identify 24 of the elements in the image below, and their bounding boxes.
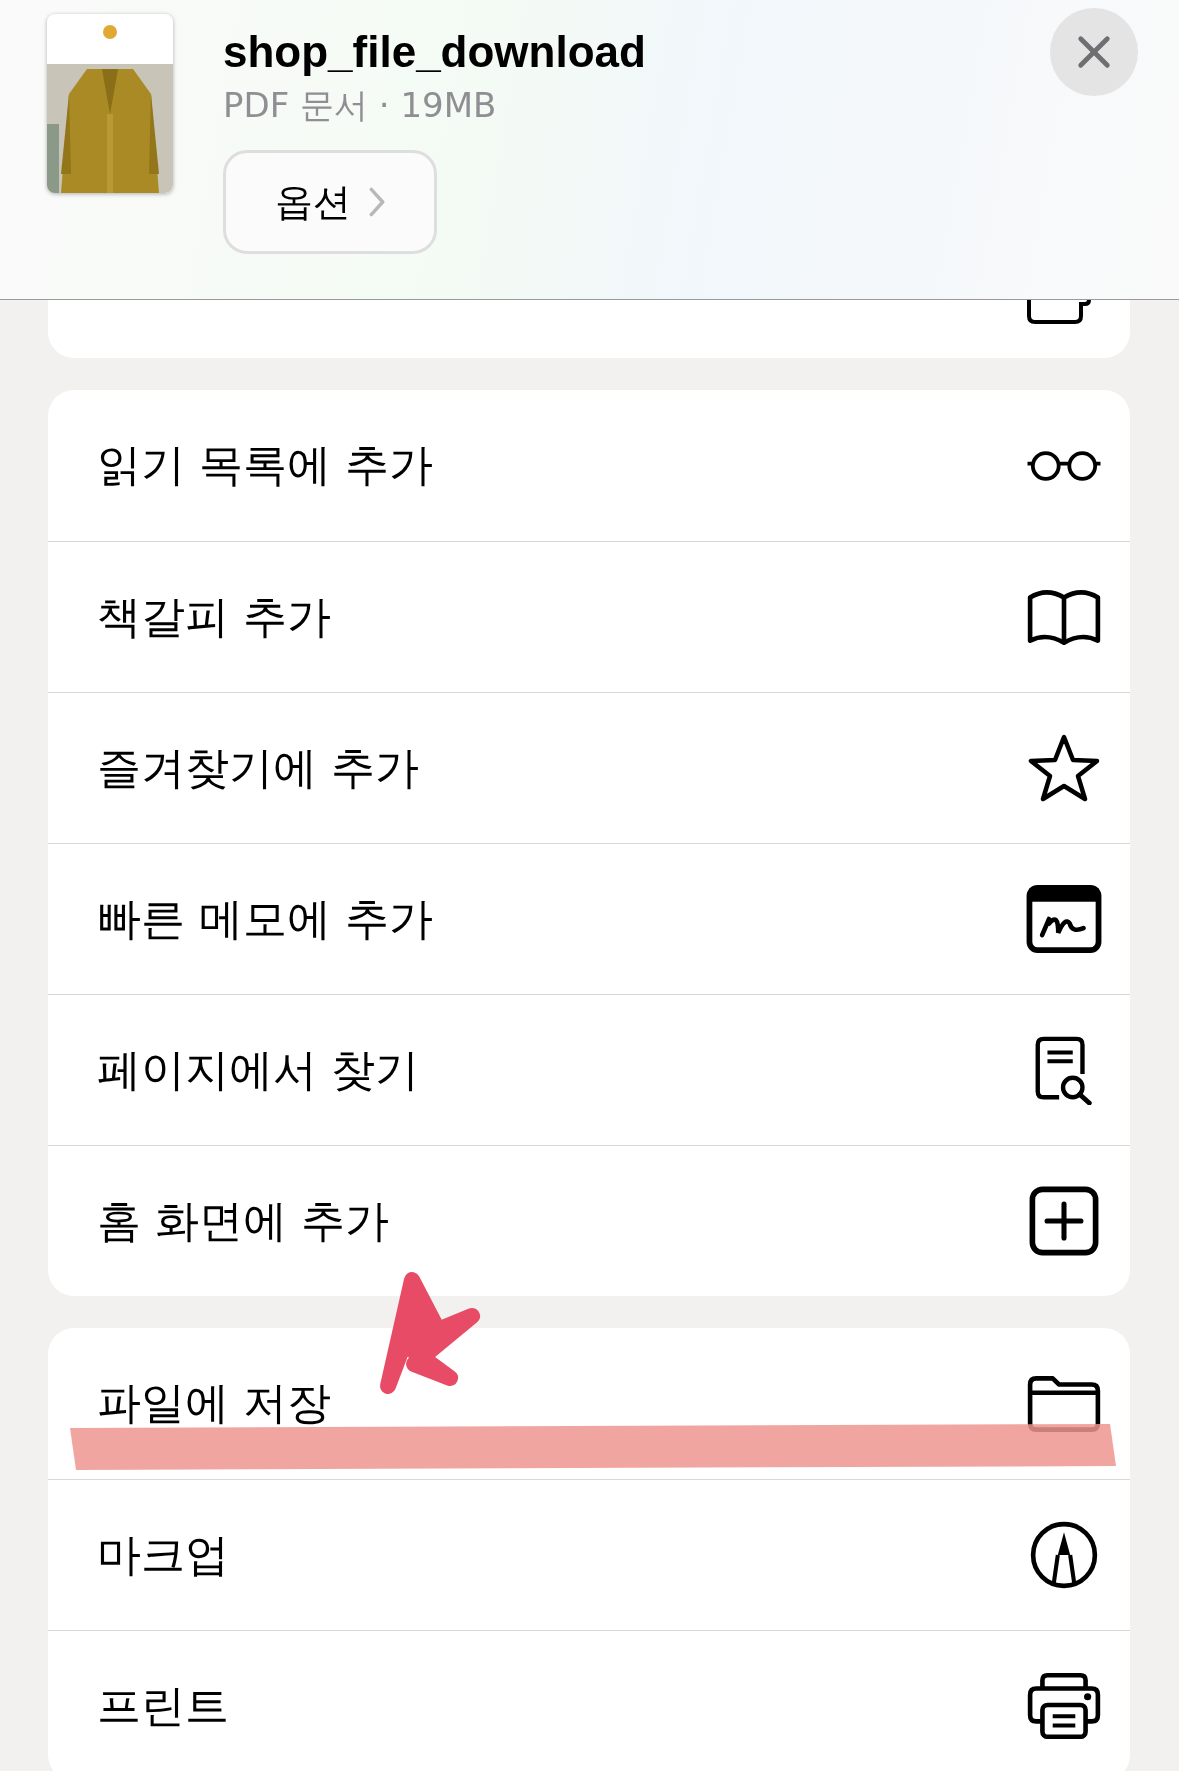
menu-row[interactable]: 페이지에서 찾기 bbox=[48, 994, 1130, 1145]
menu-label: 즐겨찾기에 추가 bbox=[97, 740, 419, 795]
menu-row[interactable]: 즐겨찾기에 추가 bbox=[48, 692, 1130, 843]
menu-label: 페이지에서 찾기 bbox=[97, 1042, 419, 1097]
close-icon bbox=[1075, 33, 1113, 71]
menu-row[interactable]: 읽기 목록에 추가 bbox=[48, 390, 1130, 541]
menu-label: 프린트 bbox=[97, 1678, 229, 1733]
chevron-icon bbox=[369, 187, 385, 217]
menu-label: 읽기 목록에 추가 bbox=[97, 438, 433, 492]
file-name: shop_file_download bbox=[223, 26, 646, 78]
menu-label: 빠른 메모에 추가 bbox=[97, 891, 433, 946]
menu-row[interactable]: 빠른 메모에 추가 bbox=[48, 843, 1130, 994]
menu-label: 파일에 저장 bbox=[97, 1376, 331, 1430]
menu-row[interactable]: 프린트 bbox=[48, 1630, 1130, 1771]
menu-label: 홈 화면에 추가 bbox=[97, 1193, 389, 1248]
options-button[interactable]: 옵션 bbox=[223, 150, 437, 254]
file-info: PDF 문서 · 19MB bbox=[223, 84, 497, 127]
menu-row[interactable]: 마크업 bbox=[48, 1479, 1130, 1630]
menu-label: 마크업 bbox=[97, 1527, 229, 1582]
printer-icon bbox=[1026, 1671, 1102, 1741]
menu-label: 책갈피 추가 bbox=[97, 589, 331, 644]
menu-row[interactable]: 책갈피 추가 bbox=[48, 541, 1130, 692]
star-icon bbox=[1026, 733, 1102, 803]
memo-icon bbox=[1026, 884, 1102, 954]
